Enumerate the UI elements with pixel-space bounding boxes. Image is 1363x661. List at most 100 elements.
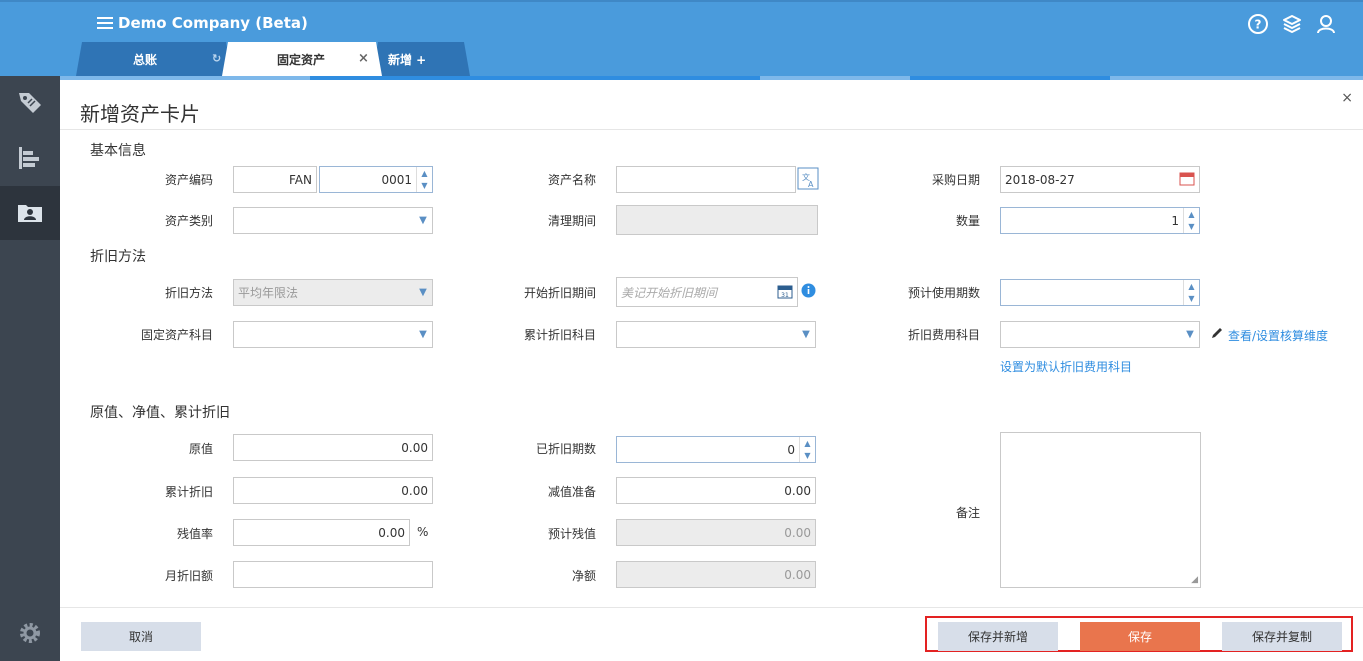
- asset-code-number-field[interactable]: 0001 ▲ ▼: [319, 166, 433, 193]
- monthly-depreciation-field[interactable]: [233, 561, 433, 588]
- section-depreciation: 折旧方法: [90, 249, 146, 265]
- number-stepper[interactable]: ▲ ▼: [416, 167, 432, 192]
- quantity-stepper[interactable]: 1 ▲ ▼: [1000, 207, 1200, 234]
- asset-code-prefix-field[interactable]: FAN: [233, 166, 317, 193]
- field-value: 2018-08-27: [1005, 172, 1075, 187]
- save-and-copy-button[interactable]: 保存并复制: [1222, 622, 1342, 651]
- depreciation-method-select: 平均年限法 ▼: [233, 279, 433, 306]
- svg-text:A: A: [808, 180, 814, 189]
- number-stepper[interactable]: ▲ ▼: [799, 437, 815, 462]
- refresh-icon[interactable]: ↻: [212, 52, 221, 65]
- number-stepper[interactable]: ▲ ▼: [1183, 280, 1199, 305]
- purchase-date-field[interactable]: 2018-08-27: [1000, 166, 1200, 193]
- tab-general-ledger[interactable]: 总账 ↻: [76, 42, 232, 76]
- estimated-periods-label: 预计使用期数: [907, 286, 980, 300]
- asset-category-label: 资产类别: [164, 214, 213, 228]
- remark-label: 备注: [955, 506, 980, 520]
- stepper-down-icon[interactable]: ▼: [1184, 221, 1199, 234]
- stepper-down-icon[interactable]: ▼: [417, 180, 432, 193]
- translate-icon[interactable]: 文A: [797, 166, 819, 191]
- company-name[interactable]: Demo Company (Beta): [118, 14, 308, 32]
- tab-add-new[interactable]: 新增 +: [372, 42, 470, 76]
- estimated-periods-stepper[interactable]: ▲ ▼: [1000, 279, 1200, 306]
- residual-rate-label: 残值率: [176, 527, 213, 541]
- gear-icon: [17, 620, 43, 649]
- original-value-field[interactable]: 0.00: [233, 434, 433, 461]
- set-default-account-link[interactable]: 设置为默认折旧费用科目: [1000, 358, 1132, 375]
- bar-chart-icon: [15, 143, 45, 176]
- save-button[interactable]: 保存: [1080, 622, 1200, 651]
- calendar-icon[interactable]: [1179, 170, 1195, 189]
- asset-name-field[interactable]: [616, 166, 796, 193]
- chevron-down-icon[interactable]: ▼: [414, 322, 432, 347]
- remark-textarea[interactable]: ◢: [1000, 432, 1201, 588]
- tab-fixed-assets[interactable]: 固定资产 ×: [222, 42, 382, 76]
- impairment-field[interactable]: 0.00: [616, 477, 816, 504]
- expense-account-select[interactable]: ▼: [1000, 321, 1200, 348]
- depreciated-periods-stepper[interactable]: 0 ▲ ▼: [616, 436, 816, 463]
- chevron-down-icon[interactable]: ▼: [1181, 322, 1199, 347]
- field-placeholder: 美记开始折旧期间: [621, 285, 718, 300]
- help-icon[interactable]: ?: [1247, 13, 1269, 35]
- accumulated-depreciation-field[interactable]: 0.00: [233, 477, 433, 504]
- field-value: 0001: [381, 172, 412, 187]
- stepper-up-icon[interactable]: ▲: [417, 167, 432, 180]
- hamburger-menu-icon[interactable]: [97, 17, 113, 31]
- chevron-down-icon: ▼: [419, 287, 427, 298]
- chevron-down-icon[interactable]: ▼: [414, 208, 432, 233]
- residual-rate-field[interactable]: 0.00: [233, 519, 410, 546]
- original-value-label: 原值: [188, 442, 213, 456]
- svg-text:31: 31: [781, 292, 789, 299]
- accumulated-depreciation-label: 累计折旧: [164, 485, 213, 499]
- accumulated-account-select[interactable]: ▼: [616, 321, 816, 348]
- sidebar-item-settings[interactable]: [0, 607, 60, 661]
- resize-handle-icon[interactable]: ◢: [1191, 575, 1198, 585]
- view-dimensions-link[interactable]: 查看/设置核算维度: [1228, 327, 1328, 344]
- field-value: FAN: [289, 172, 312, 187]
- asset-category-select[interactable]: ▼: [233, 207, 433, 234]
- pencil-icon[interactable]: [1210, 326, 1224, 340]
- asset-name-label: 资产名称: [547, 173, 596, 187]
- close-icon[interactable]: ×: [1341, 90, 1353, 106]
- net-value-label: 净额: [571, 569, 596, 583]
- sidebar-item-reports[interactable]: [0, 132, 60, 186]
- info-icon[interactable]: [801, 283, 816, 298]
- depreciation-method-label: 折旧方法: [164, 286, 213, 300]
- user-icon[interactable]: [1315, 13, 1337, 35]
- field-value: 0.00: [401, 483, 428, 498]
- sidebar-item-tags[interactable]: [0, 76, 60, 130]
- accumulated-account-label: 累计折旧科目: [523, 328, 596, 342]
- stepper-up-icon[interactable]: ▲: [1184, 208, 1199, 221]
- left-sidebar: [0, 76, 60, 661]
- stepper-down-icon[interactable]: ▼: [1184, 293, 1199, 306]
- start-period-label: 开始折旧期间: [523, 286, 596, 300]
- asset-code-label: 资产编码: [164, 173, 213, 187]
- chevron-down-icon[interactable]: ▼: [797, 322, 815, 347]
- cancel-button[interactable]: 取消: [81, 622, 201, 651]
- field-value: 1: [1171, 213, 1179, 228]
- tag-icon: [15, 87, 45, 120]
- depreciated-periods-label: 已折旧期数: [535, 442, 596, 456]
- close-icon[interactable]: ×: [358, 51, 369, 66]
- number-stepper[interactable]: ▲ ▼: [1183, 208, 1199, 233]
- fixed-asset-account-label: 固定资产科目: [140, 328, 213, 342]
- save-and-new-button[interactable]: 保存并新增: [938, 622, 1058, 651]
- net-value-field: 0.00: [616, 561, 816, 588]
- sidebar-item-assets[interactable]: [0, 186, 60, 240]
- field-value: 0.00: [378, 525, 405, 540]
- header-actions: ?: [1247, 13, 1337, 35]
- monthly-depreciation-label: 月折旧额: [164, 569, 213, 583]
- stepper-up-icon[interactable]: ▲: [1184, 280, 1199, 293]
- tab-label: 固定资产: [277, 52, 326, 67]
- fixed-asset-account-select[interactable]: ▼: [233, 321, 433, 348]
- start-period-field[interactable]: 美记开始折旧期间 31: [616, 277, 798, 307]
- layers-icon[interactable]: [1281, 13, 1303, 35]
- percent-unit: %: [417, 525, 429, 539]
- impairment-label: 减值准备: [547, 485, 596, 499]
- field-value: 平均年限法: [238, 286, 299, 300]
- calendar-icon[interactable]: 31: [777, 283, 793, 302]
- purchase-date-label: 采购日期: [931, 173, 980, 187]
- cleanup-period-field: [616, 205, 818, 235]
- stepper-up-icon[interactable]: ▲: [800, 437, 815, 450]
- stepper-down-icon[interactable]: ▼: [800, 450, 815, 463]
